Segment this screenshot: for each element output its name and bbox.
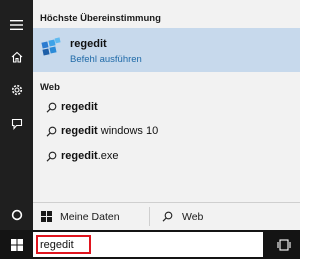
task-view-icon: [277, 238, 291, 251]
settings-button[interactable]: [0, 75, 33, 105]
web-suggestion-1[interactable]: regedit: [33, 96, 300, 118]
home-button[interactable]: [0, 42, 33, 72]
tab-web-label: Web: [182, 210, 204, 223]
search-icon: [46, 126, 57, 137]
web-suggestion-2[interactable]: regedit windows 10: [33, 120, 300, 142]
task-view-button[interactable]: [268, 230, 300, 259]
taskbar: [0, 230, 300, 259]
windows-logo-icon: [41, 211, 52, 222]
tab-my-data[interactable]: Meine Daten: [33, 203, 149, 230]
tab-web[interactable]: Web: [150, 203, 300, 230]
suggestion-rest-text: .exe: [97, 150, 119, 162]
best-match-header: Höchste Übereinstimmung: [40, 13, 161, 24]
suggestion-bold-text: regedit: [61, 125, 98, 137]
best-match-title: regedit: [70, 38, 107, 50]
taskbar-search-box[interactable]: [33, 232, 263, 257]
search-input[interactable]: [36, 235, 91, 254]
suggestion-rest-text: windows 10: [97, 125, 159, 137]
start-navigation-rail: [0, 0, 33, 230]
gear-icon: [11, 84, 22, 96]
best-match-subtitle: Befehl ausführen: [70, 54, 142, 65]
suggestion-bold-text: regedit: [61, 150, 98, 162]
start-button[interactable]: [0, 230, 33, 259]
registry-editor-icon: [41, 37, 61, 56]
search-icon: [162, 211, 173, 222]
web-header: Web: [40, 82, 60, 93]
cortana-button[interactable]: [0, 200, 33, 230]
hamburger-menu-icon: [10, 20, 23, 30]
tab-my-data-label: Meine Daten: [60, 210, 120, 223]
suggestion-bold-text: regedit: [61, 101, 98, 113]
search-icon: [46, 102, 57, 113]
web-suggestion-3[interactable]: regedit.exe: [33, 145, 300, 167]
search-icon: [46, 151, 57, 162]
cortana-circle-icon: [11, 209, 22, 221]
home-icon: [11, 51, 22, 63]
feedback-icon: [11, 118, 22, 130]
search-scope-tabs: Meine Daten Web: [33, 202, 300, 230]
windows-logo-icon: [10, 238, 23, 251]
hamburger-menu-button[interactable]: [0, 10, 33, 40]
feedback-button[interactable]: [0, 109, 33, 139]
search-results-panel: Höchste Übereinstimmung regedit Befehl a…: [33, 0, 300, 230]
best-match-result[interactable]: regedit Befehl ausführen: [33, 28, 300, 72]
